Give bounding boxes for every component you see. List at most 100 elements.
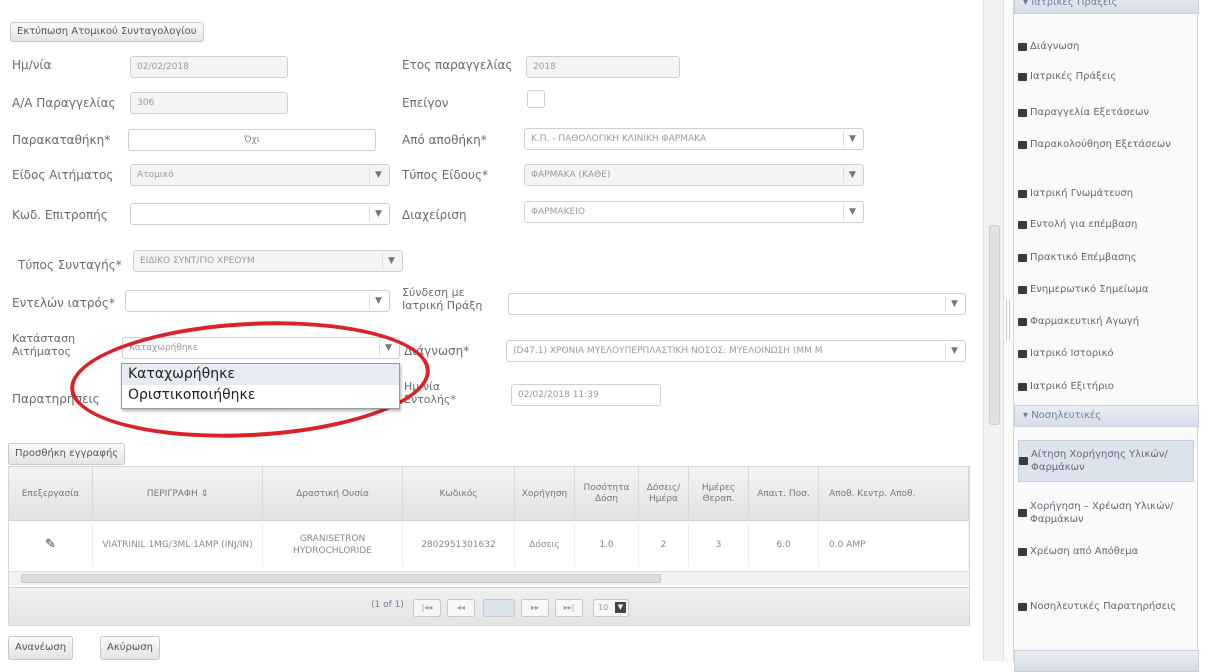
section-medical-acts-label: Ιατρικές Πράξεις [1031, 0, 1118, 8]
scrollbar-thumb[interactable] [989, 225, 1000, 425]
link-select[interactable]: ▼ [508, 293, 966, 315]
cancel-button[interactable]: Ακύρωση [100, 636, 160, 660]
edit-icon[interactable]: ✎ [9, 523, 93, 567]
col-required-qty[interactable]: Απαιτ. Ποσ. [749, 467, 819, 521]
entry-date-field[interactable]: 02/02/2018 11:39 [511, 384, 661, 406]
current-page-button[interactable]: 1 [483, 599, 515, 617]
sidebar-item-label: Πρακτικό Επέμβασης [1030, 252, 1137, 263]
sidebar-item-medical-opinion[interactable]: Ιατρική Γνωμάτευση [1018, 187, 1194, 200]
sidebar-item-label: Παρακολούθηση Εξετάσεων [1030, 139, 1171, 150]
add-entry-button[interactable]: Προσθήκη εγγραφής [8, 443, 126, 465]
sidebar-item-surgery-report[interactable]: Πρακτικό Επέμβασης [1018, 251, 1194, 264]
col-doses-per-day[interactable]: Δόσεις/ Ημέρα [639, 467, 689, 521]
sidebar-item-diagnosis[interactable]: Διάγνωση [1018, 40, 1194, 53]
chevron-down-icon[interactable]: ▼ [945, 296, 963, 312]
calendar-icon [1018, 349, 1027, 358]
sidebar-item-medication[interactable]: Φαρμακευτική Αγωγή [1018, 315, 1194, 328]
chevron-down-icon[interactable]: ▼ [945, 343, 963, 359]
page-size-select[interactable]: 10 ▼ [593, 599, 629, 617]
calendar-icon [1018, 285, 1027, 294]
status-option-registered[interactable]: Καταχωρήθηκε [122, 364, 399, 385]
sidebar-item-surgery-order[interactable]: Εντολή για επέμβαση [1018, 218, 1194, 231]
from-warehouse-select[interactable]: Κ.Π. - ΠΑΘΟΛΟΓΙΚΗ ΚΛΙΝΙΚΗ ΦΑΡΜΑΚΑ ▼ [524, 128, 864, 150]
col-active-substance[interactable]: Δραστική Ουσία [263, 467, 403, 521]
status-dropdown-list[interactable]: Καταχωρήθηκε Οριστικοποιήθηκε [121, 363, 400, 409]
refresh-button[interactable]: Ανανέωση [8, 636, 74, 660]
sidebar-item-label: Εντολή για επέμβαση [1030, 219, 1138, 230]
col-administration[interactable]: Χορήγηση [515, 467, 575, 521]
doctor-select[interactable]: ▼ [125, 290, 390, 312]
print-personal-prescription-button[interactable]: Εκτύπωση Ατομικού Συνταγολογίου [10, 22, 204, 42]
table-header: Επεξεργασία ΠΕΡΙΓΡΑΦΗ ⇕ Δραστική Ουσία Κ… [9, 467, 969, 521]
sidebar-item-nursing-notes[interactable]: Νοσηλευτικές Παρατηρήσεις [1018, 600, 1194, 613]
chevron-down-icon[interactable]: ▼ [382, 253, 400, 269]
item-type-select[interactable]: ΦΑΡΜΑΚΑ (ΚΑΘΕ) ▼ [524, 164, 864, 186]
last-page-button[interactable]: ▸▸| [555, 599, 583, 617]
cell-required-qty: 6.0 [749, 523, 819, 567]
chevron-down-icon[interactable]: ▼ [843, 204, 861, 220]
col-description[interactable]: ΠΕΡΙΓΡΑΦΗ ⇕ [93, 467, 263, 521]
status-option-finalized[interactable]: Οριστικοποιήθηκε [122, 385, 399, 406]
items-table: Επεξεργασία ΠΕΡΙΓΡΑΦΗ ⇕ Δραστική Ουσία Κ… [8, 466, 970, 626]
next-page-button[interactable]: ▸▸ [521, 599, 549, 617]
first-page-button[interactable]: |◂◂ [413, 599, 441, 617]
page-size-value: 10 [598, 603, 609, 612]
chevron-down-icon[interactable]: ▼ [843, 167, 861, 183]
order-no-field[interactable]: 306 [130, 92, 288, 114]
col-dose-quantity[interactable]: Ποσότητα Δόση [575, 467, 639, 521]
section-nursing[interactable]: ▾ Νοσηλευτικές [1014, 405, 1199, 427]
sidebar-item-label: Διάγνωση [1030, 41, 1080, 52]
urgent-label: Επείγον [402, 96, 449, 110]
prev-page-button[interactable]: ◂◂ [447, 599, 475, 617]
diagnosis-select[interactable]: (D47.1) ΧΡΟΝΙΑ ΜΥΕΛΟΥΠΕΡΠΛΑΣΤΙΚΗ ΝΟΣΟΣ: … [506, 340, 966, 362]
calendar-icon [1018, 42, 1027, 51]
management-value: ΦΑΡΜΑΚΕΙΟ [531, 207, 585, 217]
from-warehouse-value: Κ.Π. - ΠΑΘΟΛΟΓΙΚΗ ΚΛΙΝΙΚΗ ΦΑΡΜΑΚΑ [531, 134, 707, 144]
col-central-stock[interactable]: Αποθ. Κεντρ. Αποθ. [819, 467, 969, 521]
sidebar-item-supply-charge[interactable]: Χορήγηση – Χρέωση Υλικών/Φαρμάκων [1018, 500, 1194, 526]
section-collapsed[interactable] [1014, 650, 1199, 672]
sidebar-item-medical-history[interactable]: Ιατρικό Ιστορικό [1018, 347, 1194, 360]
sidebar-item-stock-charge[interactable]: Χρέωση από Απόθεμα [1018, 545, 1194, 558]
col-edit[interactable]: Επεξεργασία [9, 467, 93, 521]
col-code[interactable]: Κωδικός [403, 467, 515, 521]
deposit-field[interactable]: Όχι [128, 129, 376, 151]
diagnosis-value: (D47.1) ΧΡΟΝΙΑ ΜΥΕΛΟΥΠΕΡΠΛΑΣΤΙΚΗ ΝΟΣΟΣ: … [513, 346, 823, 356]
section-medical-acts[interactable]: ▾ Ιατρικές Πράξεις [1014, 0, 1199, 14]
calendar-icon [1018, 108, 1027, 117]
sidebar-item-info-note[interactable]: Ενημερωτικό Σημείωμα [1018, 283, 1194, 296]
chevron-down-icon[interactable]: ▼ [369, 167, 387, 183]
year-label: Ετος παραγγελίας [402, 58, 513, 72]
chevron-down-icon[interactable]: ▼ [843, 131, 861, 147]
chevron-down-icon[interactable]: ▼ [615, 602, 626, 613]
chevron-down-icon[interactable]: ▼ [369, 206, 387, 222]
vertical-scrollbar[interactable] [983, 0, 1005, 661]
horizontal-scrollbar[interactable] [9, 571, 969, 585]
sidebar-item-discharge[interactable]: Ιατρικό Εξιτήριο [1018, 380, 1194, 393]
sidebar-item-exam-order[interactable]: Παραγγελία Εξετάσεων [1018, 106, 1194, 119]
date-field[interactable]: 02/02/2018 [130, 56, 288, 78]
sidebar-item-label: Ιατρικό Ιστορικό [1030, 348, 1114, 359]
panel-splitter[interactable] [1003, 0, 1013, 661]
sidebar-item-label: Νοσηλευτικές Παρατηρήσεις [1030, 601, 1177, 612]
prescription-type-select[interactable]: ΕΙΔΙΚΟ ΣΥΝΤ/ΓΙΟ ΧΡΕΟΥΜ ▼ [133, 250, 403, 272]
sidebar-item-label: Αίτηση Χορήγησης Υλικών/Φαρμάκων [1031, 449, 1168, 473]
page-info: (1 of 1) [371, 600, 404, 610]
request-type-label: Είδος Αιτήματος [12, 168, 114, 182]
chevron-down-icon[interactable]: ▼ [369, 293, 387, 309]
committee-code-select[interactable]: ▼ [130, 203, 390, 225]
sidebar-item-label: Χορήγηση – Χρέωση Υλικών/Φαρμάκων [1030, 501, 1174, 525]
year-field[interactable]: 2018 [526, 56, 680, 78]
request-type-select[interactable]: Ατομικό ▼ [130, 164, 390, 186]
col-therapy-days[interactable]: Ημέρες Θεραπ. [689, 467, 749, 521]
calendar-icon [1018, 72, 1027, 81]
scrollbar-thumb[interactable] [21, 574, 661, 583]
section-nursing-label: Νοσηλευτικές [1031, 410, 1102, 421]
management-select[interactable]: ΦΑΡΜΑΚΕΙΟ ▼ [524, 201, 864, 223]
sidebar-item-exam-monitoring[interactable]: Παρακολούθηση Εξετάσεων [1018, 138, 1194, 151]
splitter-handle[interactable] [1006, 300, 1010, 340]
urgent-checkbox[interactable] [527, 90, 545, 108]
sidebar-item-medical-acts[interactable]: Ιατρικές Πράξεις [1018, 70, 1194, 83]
sidebar-item-supply-request[interactable]: Αίτηση Χορήγησης Υλικών/Φαρμάκων [1018, 440, 1194, 482]
calendar-icon [1018, 253, 1027, 262]
